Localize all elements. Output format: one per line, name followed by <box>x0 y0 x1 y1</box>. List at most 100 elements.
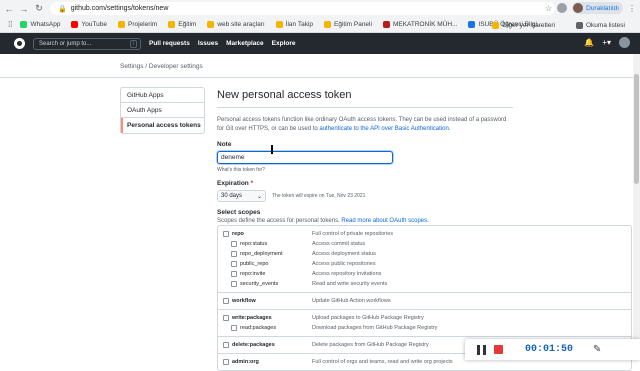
search-input[interactable]: Search or jump to... / <box>33 37 141 50</box>
chevron-down-icon: ⌄ <box>256 193 262 200</box>
browser-chrome: ← → ↻ 🔒 github.com/settings/tokens/new ☆… <box>0 0 640 33</box>
bookmark-label: WhatsApp <box>30 21 61 28</box>
reading-list[interactable]: Okuma listesi <box>575 21 625 29</box>
bookmark-item[interactable]: Eğitim <box>168 21 196 28</box>
scope-checkbox[interactable] <box>223 231 229 237</box>
bookmark-item[interactable]: WhatsApp <box>20 21 60 28</box>
scope-checkbox[interactable] <box>223 315 229 321</box>
oauth-scopes-link[interactable]: Read more about OAuth scopes. <box>341 218 428 224</box>
scope-checkbox[interactable] <box>231 251 237 257</box>
note-hint: What's this token for? <box>217 167 265 173</box>
profile-button[interactable]: Duraklatıldı <box>572 2 623 14</box>
scope-description: Read and write security events <box>312 281 388 287</box>
sidebar-item-personal-access-tokens[interactable]: Personal access tokens <box>121 118 204 133</box>
browser-controls: ☆ Duraklatıldı ⋮ <box>545 2 636 14</box>
scrollbar[interactable] <box>633 54 640 339</box>
breadcrumb-developer-settings: Developer settings <box>148 63 203 70</box>
apps-icon[interactable]: ⁞⁞ <box>8 20 12 29</box>
note-label: Note <box>217 141 232 148</box>
nav-issues[interactable]: Issues <box>198 40 218 47</box>
nav-explore[interactable]: Explore <box>272 40 296 47</box>
header-right: 🔔 +▾ <box>584 37 630 48</box>
scope-checkbox[interactable] <box>231 271 237 277</box>
bookmark-favicon-icon <box>168 21 176 28</box>
page-title: New personal access token <box>217 89 513 108</box>
star-icon[interactable]: ☆ <box>545 4 552 13</box>
scope-description: Upload packages to GitHub Package Regist… <box>312 315 424 321</box>
scope-checkbox[interactable] <box>231 281 237 287</box>
scope-row: write:packages Upload packages to GitHub … <box>218 313 631 323</box>
avatar <box>573 3 584 13</box>
github-logo-icon[interactable] <box>14 38 25 49</box>
expiration-select[interactable]: 30 days ⌄ <box>217 190 266 202</box>
bookmark-label: YouTube <box>81 21 107 28</box>
scope-description: Access commit status <box>312 241 366 247</box>
bookmark-item[interactable]: YouTube <box>71 21 107 28</box>
bookmark-label: web site araçları <box>217 21 265 28</box>
bookmarks-right: Diğer yer işaretleri Okuma listesi <box>492 17 636 33</box>
bookmark-label: Projelerim <box>128 21 158 28</box>
nav-marketplace[interactable]: Marketplace <box>226 40 264 47</box>
bookmark-favicon-icon <box>20 21 28 28</box>
bookmark-item[interactable]: Eğitim Paneli <box>324 21 372 28</box>
bookmark-item[interactable]: web site araçları <box>207 21 265 28</box>
scrollbar-thumb[interactable] <box>634 74 639 184</box>
scope-row: security_events Read and write security e… <box>218 279 631 289</box>
scope-checkbox[interactable] <box>223 342 229 348</box>
bookmark-item[interactable]: İlan Takip <box>275 21 313 28</box>
scope-row: repo Full control of private repositories <box>218 229 631 239</box>
scope-checkbox[interactable] <box>231 241 237 247</box>
forward-icon[interactable]: → <box>18 3 30 15</box>
token-form: New personal access token Personal acces… <box>217 89 517 224</box>
sidebar-item-oauth-apps[interactable]: OAuth Apps <box>121 103 204 118</box>
pause-button[interactable] <box>477 344 486 355</box>
scope-checkbox[interactable] <box>231 261 237 267</box>
scope-description: Access public repositories <box>312 261 376 267</box>
bookmark-favicon-icon <box>207 21 215 28</box>
user-avatar[interactable] <box>619 37 630 48</box>
scopes-description: Scopes define the access for personal to… <box>217 218 429 224</box>
scope-description: Delete packages from GitHub Package Regi… <box>312 342 429 348</box>
scope-name: read:packages <box>240 325 277 331</box>
expiration-row: 30 days ⌄ The token will expire on Tue, … <box>217 190 517 202</box>
expiration-label: Expiration * <box>217 180 254 187</box>
plus-dropdown[interactable]: +▾ <box>602 38 611 47</box>
scope-name: security_events <box>240 281 279 287</box>
stop-button[interactable] <box>494 345 503 354</box>
scope-group: write:packages Upload packages to GitHub … <box>218 310 631 337</box>
pen-icon[interactable]: ✎ <box>593 344 601 355</box>
bookmark-favicon-icon <box>275 21 283 28</box>
recording-timer: 00:01:50 <box>525 344 574 355</box>
basic-auth-link[interactable]: authenticate to the API over Basic Authe… <box>319 126 448 132</box>
url-text: github.com/settings/tokens/new <box>70 5 169 12</box>
menu-icon[interactable]: ⋮ <box>628 4 636 13</box>
nav-pull-requests[interactable]: Pull requests <box>149 40 190 47</box>
breadcrumb-settings[interactable]: Settings <box>120 63 144 70</box>
scope-row: repo:status Access commit status <box>218 239 631 249</box>
bookmark-label: Eğitim <box>178 21 197 28</box>
note-field[interactable] <box>217 151 393 164</box>
scope-checkbox[interactable] <box>223 298 229 304</box>
lock-icon: 🔒 <box>58 5 67 13</box>
bookmark-item[interactable]: Projelerim <box>118 21 157 28</box>
sidebar-item-github-apps[interactable]: GitHub Apps <box>121 88 204 103</box>
extension-icon[interactable] <box>557 3 568 13</box>
text-cursor-icon <box>271 145 273 154</box>
bookmark-label: Eğitim Paneli <box>334 21 372 28</box>
bell-icon[interactable]: 🔔 <box>584 38 594 47</box>
settings-sidebar: GitHub Apps OAuth Apps Personal access t… <box>120 87 205 134</box>
scope-name: repo:status <box>240 241 268 247</box>
other-bookmarks[interactable]: Diğer yer işaretleri <box>492 21 555 29</box>
back-icon[interactable]: ← <box>3 3 15 15</box>
reload-icon[interactable]: ↻ <box>33 3 45 15</box>
scopes-label: Select scopes <box>217 209 261 216</box>
top-nav: Pull requests Issues Marketplace Explore <box>149 40 296 47</box>
reading-list-icon <box>575 21 583 29</box>
scope-description: Access repository invitations <box>312 271 382 277</box>
address-bar[interactable]: 🔒 github.com/settings/tokens/new <box>50 2 555 15</box>
scope-checkbox[interactable] <box>231 325 237 331</box>
profile-name: Duraklatıldı <box>586 4 619 12</box>
scope-row: public_repo Access public repositories <box>218 259 631 269</box>
bookmark-label: İlan Takip <box>285 21 313 28</box>
bookmark-item[interactable]: MEKATRONİK MÜH... <box>382 21 457 28</box>
